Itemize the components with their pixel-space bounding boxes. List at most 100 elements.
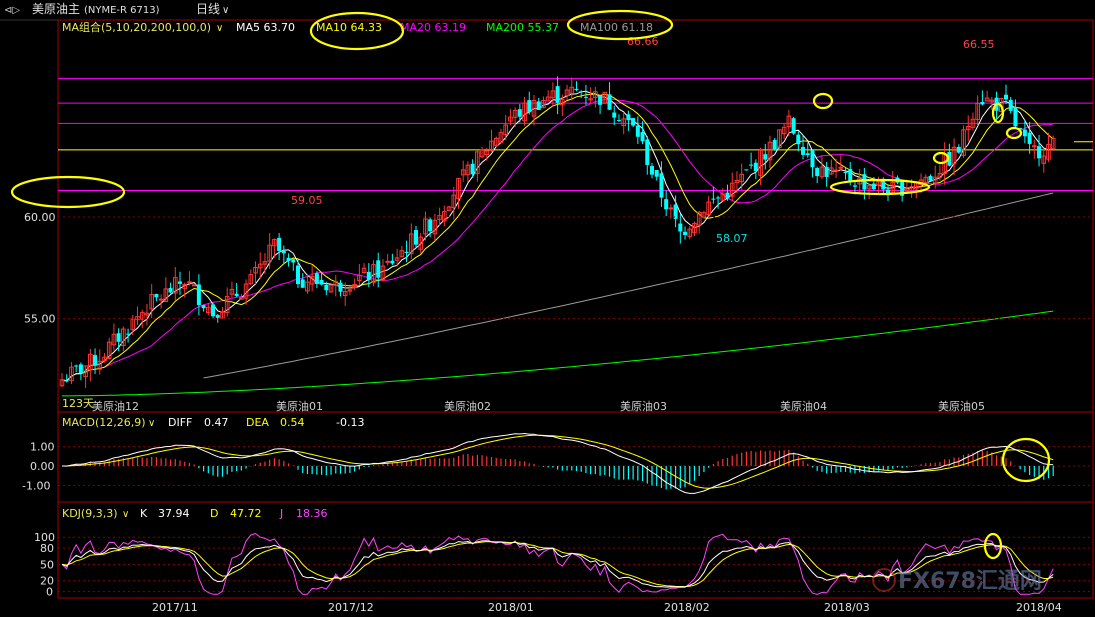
candle-body xyxy=(338,282,343,292)
candle-body xyxy=(881,180,886,190)
candle-body xyxy=(281,250,286,254)
ma5-line xyxy=(61,90,1054,382)
candle-body xyxy=(116,333,121,342)
candle-body xyxy=(215,315,220,318)
contract-label: 美原油01 xyxy=(276,399,323,413)
ma200-line xyxy=(62,310,1054,397)
dea-value: 0.54 xyxy=(280,416,305,429)
candle-body xyxy=(678,223,683,232)
symbol-code: (NYME-R 6713) xyxy=(84,5,160,16)
j-value: 18.36 xyxy=(296,507,328,520)
candle-body xyxy=(753,162,758,172)
price-tick-label: 60.00 xyxy=(24,211,56,224)
macd-tick-label: 0.00 xyxy=(30,460,55,473)
candle-body xyxy=(711,198,716,200)
candle-body xyxy=(324,284,329,291)
time-tick-label: 2018/03 xyxy=(824,601,870,614)
candle-body xyxy=(631,118,636,126)
diff-label: DIFF xyxy=(168,416,192,429)
candle-body xyxy=(1013,106,1018,127)
candle-body xyxy=(376,260,381,278)
annotation-ellipse-macd xyxy=(1001,437,1051,483)
annotation-ellipse-peak xyxy=(812,92,834,110)
ma20-value: MA20 63.19 xyxy=(400,21,466,34)
time-tick-label: 2017/12 xyxy=(328,601,374,614)
candle-body xyxy=(168,288,173,293)
futures-chart[interactable]: ⊲▷ 美原油主 (NYME-R 6713) 日线 ∨ MA组合(5,10,20,… xyxy=(0,0,1095,617)
ma10-line xyxy=(61,93,1054,382)
price-tick-label: 55.00 xyxy=(24,313,56,326)
yellow-annotation-circles xyxy=(10,9,1051,560)
candle-body xyxy=(659,173,664,198)
candle-body xyxy=(296,265,300,285)
candle-body xyxy=(1037,146,1042,159)
candle-body xyxy=(744,169,749,171)
back-arrow-icon[interactable]: ⊲▷ xyxy=(4,5,20,16)
candle-body xyxy=(574,88,579,91)
candle-body xyxy=(956,147,961,153)
candle-body xyxy=(668,207,674,210)
candle-body xyxy=(626,114,631,121)
candle-body xyxy=(815,168,820,177)
candle-body xyxy=(390,260,395,264)
time-tick-label: 2018/02 xyxy=(664,601,710,614)
annotation-ellipse-60 xyxy=(10,175,126,209)
candle-body xyxy=(796,134,801,145)
high-marker-label: 66.55 xyxy=(963,38,995,51)
contract-label: 美原油02 xyxy=(444,399,491,413)
candle-body xyxy=(1022,129,1027,137)
annotation-ellipse-small xyxy=(932,151,950,165)
macd-chevron-icon[interactable]: ∨ xyxy=(148,418,155,429)
macd-value: -0.13 xyxy=(336,416,364,429)
dea-label: DEA xyxy=(246,416,269,429)
candle-body xyxy=(862,174,867,190)
candle-body xyxy=(980,101,985,105)
candle-body xyxy=(286,257,291,261)
high-marker-label: 59.05 xyxy=(291,194,323,207)
ma100-value: MA100 61.18 xyxy=(580,21,653,34)
candle-body xyxy=(470,163,475,175)
header: ⊲▷ 美原油主 (NYME-R 6713) 日线 ∨ xyxy=(4,2,229,16)
diff-line xyxy=(61,432,1054,494)
candle-body xyxy=(852,185,857,187)
ma-legend-label[interactable]: MA组合(5,10,20,200,100,0) xyxy=(62,20,211,34)
ma5-value: MA5 63.70 xyxy=(236,21,295,34)
j-label: J xyxy=(279,507,283,520)
macd-histogram xyxy=(66,449,1054,490)
macd-label[interactable]: MACD(12,26,9) xyxy=(62,416,146,429)
contract-roll-labels: 123天 美原油12 美原油01 美原油02 美原油03 美原油04 美原油05 xyxy=(62,397,985,413)
candle-body xyxy=(517,109,522,117)
period-selector[interactable]: 日线 xyxy=(196,2,220,16)
low-marker-label: 58.07 xyxy=(716,232,748,245)
candle-body xyxy=(314,273,319,284)
candle-body xyxy=(598,95,603,105)
kdj-chevron-icon[interactable]: ∨ xyxy=(122,509,129,520)
candle-body xyxy=(385,260,390,263)
contract-label: 美原油05 xyxy=(938,399,985,413)
watermark-text: FX678汇通网 xyxy=(898,569,1042,594)
time-axis: 2017/11 2017/12 2018/01 2018/02 2018/03 … xyxy=(152,601,1062,614)
candle-body xyxy=(1032,145,1037,148)
chevron-down-icon[interactable]: ∨ xyxy=(222,5,229,16)
kdj-label[interactable]: KDJ(9,3,3) xyxy=(62,507,118,520)
ma-legend-chevron-icon[interactable]: ∨ xyxy=(216,23,223,34)
candle-body xyxy=(654,170,659,177)
candle-body xyxy=(300,279,305,288)
ma200-value: MA200 55.37 xyxy=(486,21,559,34)
candle-body xyxy=(1027,132,1032,144)
contract-label: 美原油04 xyxy=(780,399,827,413)
candle-body xyxy=(64,380,69,382)
candle-body xyxy=(154,294,159,298)
price-axis: 60.00 55.00 xyxy=(24,211,1093,326)
candle-body xyxy=(74,365,79,367)
candle-body xyxy=(838,166,844,169)
candle-body xyxy=(1008,99,1013,111)
k-label: K xyxy=(140,507,148,520)
candle-body xyxy=(640,132,645,142)
kdj-tick-label: 0 xyxy=(46,586,53,599)
candle-body xyxy=(810,150,815,168)
candle-body xyxy=(201,305,206,309)
candle-body xyxy=(366,271,371,281)
candle-body xyxy=(1004,94,1008,100)
candle-body xyxy=(683,231,688,236)
